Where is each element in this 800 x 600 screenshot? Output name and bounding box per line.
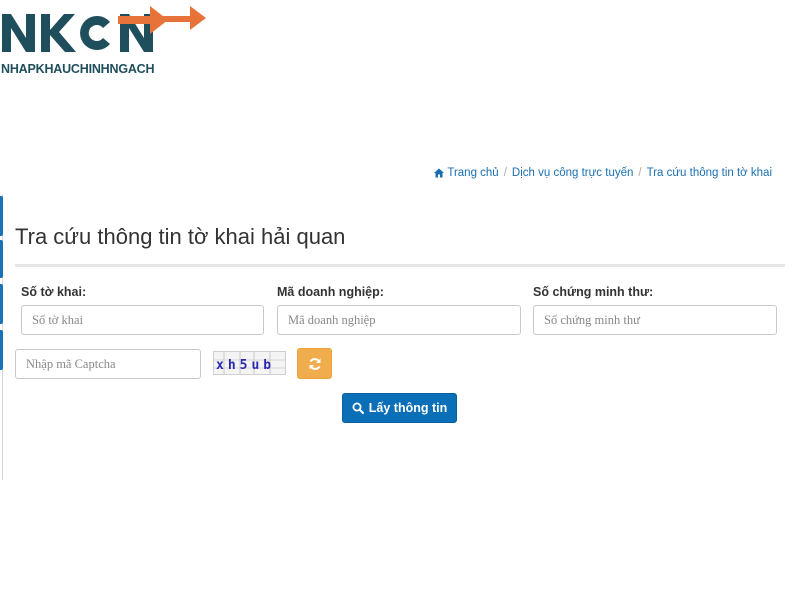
company-code-label: Mã doanh nghiệp: — [277, 285, 384, 299]
side-tab-4[interactable] — [0, 330, 3, 370]
id-card-number-label: Số chứng minh thư: — [533, 285, 654, 299]
captcha-image: xh5ub — [213, 351, 286, 375]
page-title: Tra cứu thông tin tờ khai hải quan — [15, 224, 346, 249]
home-icon — [434, 168, 445, 178]
side-tab-1[interactable] — [0, 196, 3, 236]
side-tab-2[interactable] — [0, 240, 3, 278]
breadcrumb-current-link[interactable]: Tra cứu thông tin tờ khai — [647, 167, 772, 179]
breadcrumb-services-link[interactable]: Dịch vụ công trực tuyến — [512, 167, 633, 179]
refresh-captcha-button[interactable] — [297, 348, 332, 379]
captcha-code-text: xh5ub — [216, 358, 275, 373]
site-logo[interactable]: NHAPKHAUCHINHNGACH — [0, 2, 210, 78]
declaration-number-input[interactable] — [21, 305, 264, 335]
logo-wordmark-graphic — [2, 6, 206, 52]
get-info-button-label: Lấy thông tin — [368, 401, 448, 415]
logo-tagline: NHAPKHAUCHINHNGACH — [1, 62, 155, 76]
captcha-input[interactable] — [15, 349, 201, 379]
get-info-button[interactable]: Lấy thông tin — [342, 393, 457, 423]
declaration-number-label: Số tờ khai: — [21, 285, 87, 299]
breadcrumb: Trang chủ / Dịch vụ công trực tuyến / Tr… — [434, 167, 772, 179]
breadcrumb-separator: / — [638, 167, 642, 179]
breadcrumb-home-link[interactable]: Trang chủ — [447, 167, 498, 179]
title-divider — [15, 264, 785, 267]
company-code-input[interactable] — [277, 305, 521, 335]
breadcrumb-separator: / — [503, 167, 507, 179]
side-tab-3[interactable] — [0, 284, 3, 324]
refresh-icon — [309, 357, 320, 370]
id-card-number-input[interactable] — [533, 305, 777, 335]
search-icon — [352, 402, 364, 414]
